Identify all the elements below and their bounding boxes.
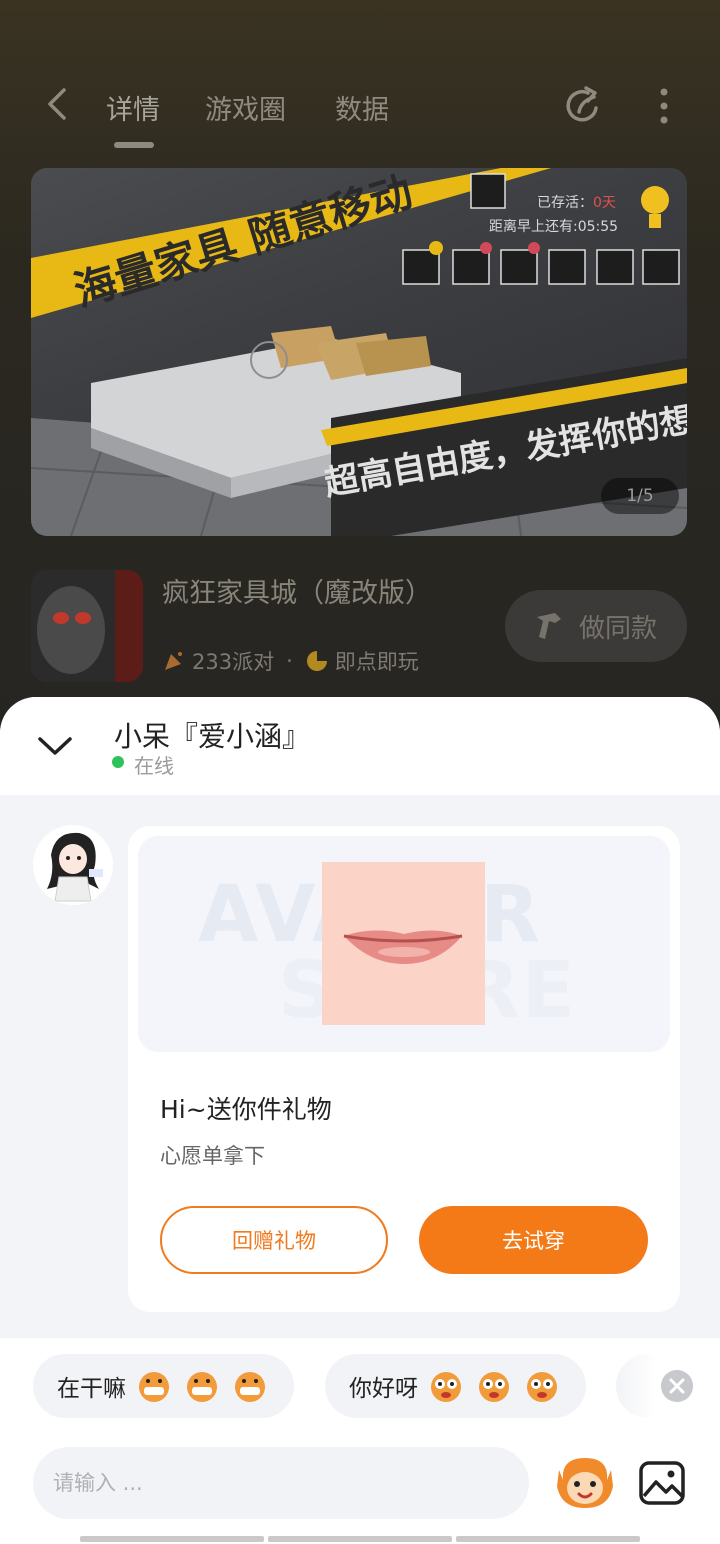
hud-countdown-value: 05:55	[577, 219, 619, 235]
party-count: 233派对	[192, 650, 275, 674]
party-icon	[165, 652, 182, 670]
hud-survived: 已存活：0天	[537, 192, 616, 212]
game-detail-page: 详情 游戏圈 数据 海量家具 随意移动 超高自由度，发挥你的想象！ 已存活：0天…	[0, 0, 720, 760]
grin-emoji-icon	[187, 1372, 217, 1402]
grin-emoji-icon	[235, 1372, 265, 1402]
contact-name: 小呆『爱小涵』	[114, 720, 311, 753]
hud-countdown: 距离早上还有:05:55	[489, 216, 618, 236]
gift-subtitle: 心愿单拿下	[160, 1144, 265, 1168]
close-icon[interactable]	[661, 1370, 693, 1402]
quick-reply-chip[interactable]: 在干嘛	[33, 1354, 294, 1418]
online-status-text: 在线	[134, 754, 174, 778]
meta-separator: ·	[286, 649, 293, 673]
online-status-dot	[112, 756, 124, 768]
chat-header: 小呆『爱小涵』 在线	[0, 697, 720, 795]
instant-play-icon	[306, 651, 327, 671]
play-mode: 即点即玩	[334, 650, 419, 674]
monkey-emoji-icon	[431, 1372, 461, 1402]
grin-emoji-icon	[139, 1372, 169, 1402]
chevron-down-icon[interactable]	[36, 731, 74, 761]
tab-details[interactable]: 详情	[106, 88, 160, 127]
game-info-row: 疯狂家具城（魔改版） 233派对 · 即点即玩 做同款	[0, 566, 720, 686]
more-options-icon[interactable]	[650, 84, 678, 128]
share-icon[interactable]	[562, 84, 606, 128]
image-icon[interactable]	[638, 1460, 686, 1506]
quick-reply-chip[interactable]: 你好呀	[325, 1354, 586, 1418]
quick-reply-overflow	[616, 1354, 656, 1418]
active-tab-indicator	[114, 142, 154, 148]
quick-reply-text: 你好呀	[349, 1376, 418, 1402]
return-gift-button[interactable]: 回赠礼物	[160, 1206, 388, 1274]
quick-reply-text: 在干嘛	[57, 1376, 126, 1402]
tab-data[interactable]: 数据	[335, 88, 389, 127]
try-on-button[interactable]: 去试穿	[419, 1206, 648, 1274]
monkey-emoji-icon	[479, 1372, 509, 1402]
game-title: 疯狂家具城（魔改版）	[162, 578, 432, 609]
hammer-icon	[536, 613, 561, 639]
back-icon[interactable]	[40, 86, 76, 122]
gift-preview[interactable]: AVATAR STORE	[138, 836, 670, 1052]
contact-avatar[interactable]	[33, 825, 113, 905]
monkey-emoji-icon	[527, 1372, 557, 1402]
game-icon[interactable]	[31, 570, 143, 682]
make-same-button[interactable]: 做同款	[505, 590, 687, 662]
top-nav-bar: 详情 游戏圈 数据	[0, 70, 720, 148]
game-meta: 233派对 · 即点即玩	[162, 646, 419, 676]
tab-game-circle[interactable]: 游戏圈	[205, 88, 286, 127]
hud-countdown-label: 距离早上还有:	[489, 219, 578, 235]
make-same-label: 做同款	[578, 613, 657, 644]
gift-message-card: AVATAR STORE Hi~送你件礼物 心愿单拿下 回赠礼物 去试穿	[128, 826, 680, 1312]
input-panel: 在干嘛 你好呀	[0, 1338, 720, 1544]
gift-title: Hi~送你件礼物	[160, 1095, 332, 1124]
chat-sheet: 小呆『爱小涵』 在线 AVATAR STORE Hi~送你件礼物 心愿单拿	[0, 697, 720, 1544]
sticker-icon[interactable]	[553, 1450, 617, 1514]
hud-survived-label: 已存活：	[537, 195, 593, 211]
banner-pager: 1/5	[601, 478, 679, 514]
hud-survived-value: 0天	[593, 195, 616, 211]
message-input[interactable]	[33, 1447, 529, 1519]
home-indicator	[80, 1536, 640, 1542]
lips-item-image	[322, 862, 485, 1025]
game-screenshot-banner[interactable]: 海量家具 随意移动 超高自由度，发挥你的想象！ 已存活：0天 距离早上还有:05…	[31, 168, 687, 536]
